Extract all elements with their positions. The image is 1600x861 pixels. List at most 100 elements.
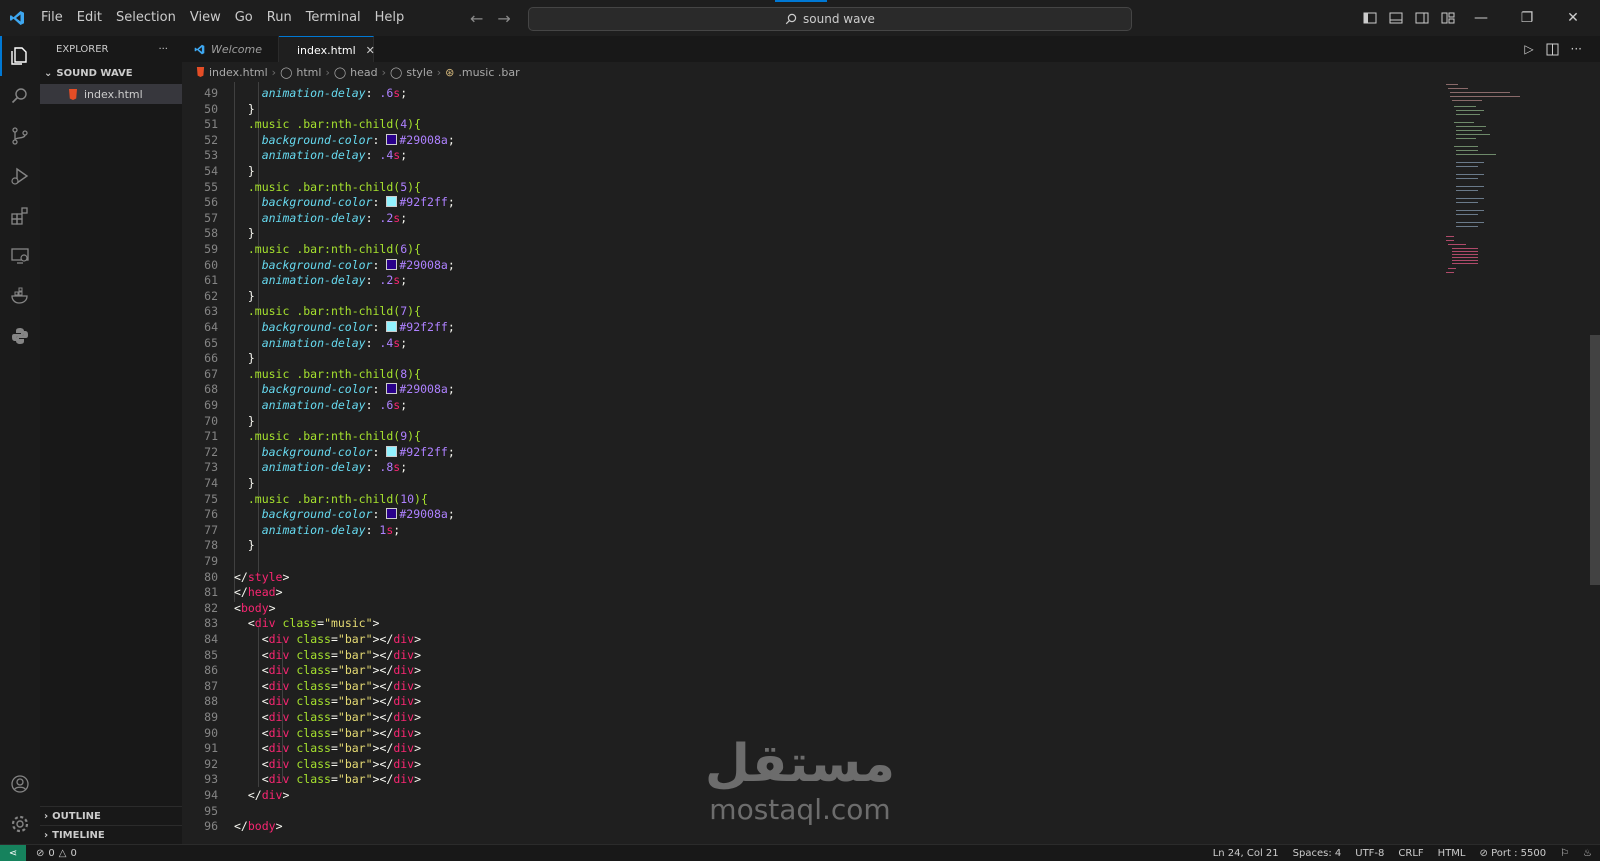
- breadcrumb-separator-icon: ›: [271, 65, 277, 79]
- breadcrumb-style[interactable]: style: [406, 66, 432, 79]
- more-editor-actions-icon[interactable]: ···: [1571, 42, 1582, 56]
- code-text: animation-delay: .6s;: [234, 398, 407, 414]
- toggle-panel-icon[interactable]: [1388, 10, 1404, 26]
- code-token: div: [268, 741, 290, 756]
- back-arrow-icon[interactable]: ←: [470, 9, 483, 28]
- code-text: .music .bar:nth-child(8){: [234, 367, 421, 383]
- code-token: .6: [379, 86, 394, 100]
- python-icon[interactable]: [0, 316, 40, 356]
- command-center-search[interactable]: sound wave: [528, 7, 1132, 31]
- menu-view[interactable]: View: [183, 0, 228, 36]
- code-token: animation-delay: [261, 148, 366, 163]
- encoding[interactable]: UTF-8: [1355, 848, 1384, 859]
- timeline-label: TIMELINE: [52, 829, 105, 841]
- menu-terminal[interactable]: Terminal: [299, 0, 368, 36]
- breadcrumb-selector[interactable]: .music .bar: [458, 66, 519, 79]
- extensions-icon[interactable]: [0, 196, 40, 236]
- remote-explorer-icon[interactable]: [0, 236, 40, 276]
- timeline-section[interactable]: › TIMELINE: [40, 825, 182, 844]
- settings-gear-icon[interactable]: [0, 804, 40, 844]
- run-icon[interactable]: ▷: [1524, 42, 1533, 56]
- color-swatch[interactable]: [386, 321, 398, 332]
- indentation[interactable]: Spaces: 4: [1293, 848, 1342, 859]
- code-token: 10: [400, 491, 415, 506]
- cursor-position[interactable]: Ln 24, Col 21: [1213, 848, 1279, 859]
- breadcrumb-html[interactable]: html: [296, 66, 321, 79]
- minimap[interactable]: [1440, 82, 1548, 282]
- run-debug-icon[interactable]: [0, 156, 40, 196]
- explorer-title: EXPLORER: [56, 43, 109, 55]
- docker-icon[interactable]: [0, 276, 40, 316]
- outline-section[interactable]: › OUTLINE: [40, 806, 182, 825]
- color-swatch[interactable]: [386, 133, 398, 145]
- forward-arrow-icon[interactable]: →: [497, 9, 510, 28]
- scrollbar-thumb[interactable]: [1590, 335, 1600, 585]
- code-token: ;: [447, 444, 455, 459]
- menu-help[interactable]: Help: [368, 0, 412, 36]
- code-token: class: [296, 694, 331, 709]
- color-swatch[interactable]: [386, 445, 398, 457]
- menu-go[interactable]: Go: [228, 0, 260, 36]
- search-text: sound wave: [803, 12, 875, 26]
- window-controls: — ❐ ✕: [1458, 0, 1596, 36]
- html-file-icon: [69, 88, 77, 100]
- toggle-secondary-sidebar-icon[interactable]: [1414, 10, 1430, 26]
- folder-sound-wave[interactable]: ⌄ SOUND WAVE: [40, 62, 182, 84]
- code-token: div: [393, 741, 415, 756]
- minimize-icon[interactable]: —: [1458, 0, 1504, 36]
- line-number: 85: [204, 647, 218, 662]
- vscode-logo-icon: [0, 0, 34, 36]
- code-token: background-color: [261, 132, 373, 147]
- code-token: :: [372, 257, 387, 272]
- color-swatch[interactable]: [386, 383, 398, 395]
- remote-indicator-icon[interactable]: ⋖: [0, 845, 26, 861]
- notifications-bell-icon[interactable]: ♨: [1583, 848, 1592, 859]
- file-index-html[interactable]: index.html: [40, 84, 182, 104]
- toggle-primary-sidebar-icon[interactable]: [1362, 10, 1378, 26]
- tab-index-html[interactable]: index.html ✕: [279, 36, 375, 63]
- split-editor-icon[interactable]: [1546, 43, 1559, 56]
- code-token: ){: [407, 429, 421, 444]
- color-swatch[interactable]: [386, 258, 398, 270]
- source-control-icon[interactable]: [0, 116, 40, 156]
- color-swatch[interactable]: [386, 196, 398, 208]
- menu-file[interactable]: File: [34, 0, 70, 36]
- search-view-icon[interactable]: [0, 76, 40, 116]
- restore-icon[interactable]: ❐: [1504, 0, 1550, 36]
- end-of-line[interactable]: CRLF: [1398, 848, 1423, 859]
- line-number: 88: [204, 694, 218, 709]
- close-tab-icon[interactable]: ✕: [366, 44, 375, 57]
- color-swatch[interactable]: [386, 508, 398, 520]
- code-editor[interactable]: 49 animation-delay: .6s; 50 } 51 .music .b…: [182, 82, 1600, 844]
- problems-indicator[interactable]: ⊘ 0 △ 0: [26, 848, 77, 859]
- code-token: background-color: [261, 195, 373, 210]
- line-number: 96: [204, 819, 218, 834]
- breadcrumb-head[interactable]: head: [350, 66, 377, 79]
- live-server-port[interactable]: ⊘ Port : 5500: [1480, 848, 1547, 859]
- line-number: 81: [204, 585, 218, 600]
- language-mode[interactable]: HTML: [1438, 848, 1466, 859]
- menu-selection[interactable]: Selection: [109, 0, 183, 36]
- code-token: </: [234, 585, 248, 600]
- code-token: ){: [407, 179, 421, 194]
- accounts-icon[interactable]: [0, 764, 40, 804]
- menu-run[interactable]: Run: [260, 0, 299, 36]
- line-number: 55: [204, 179, 218, 194]
- feedback-icon[interactable]: ⚐: [1560, 848, 1569, 859]
- tab-welcome[interactable]: Welcome: [182, 36, 279, 62]
- line-number: 68: [204, 382, 218, 397]
- more-actions-icon[interactable]: ···: [158, 44, 168, 55]
- menu-edit[interactable]: Edit: [70, 0, 109, 36]
- customize-layout-icon[interactable]: [1440, 10, 1456, 26]
- tab-label: Welcome: [211, 42, 262, 56]
- explorer-icon[interactable]: [0, 36, 40, 76]
- close-window-icon[interactable]: ✕: [1550, 0, 1596, 36]
- code-token: }: [234, 351, 255, 366]
- breadcrumb-file[interactable]: index.html: [209, 66, 268, 79]
- code-text: }: [234, 102, 255, 118]
- code-token: background-color: [261, 444, 373, 459]
- error-icon: ⊘: [36, 847, 45, 859]
